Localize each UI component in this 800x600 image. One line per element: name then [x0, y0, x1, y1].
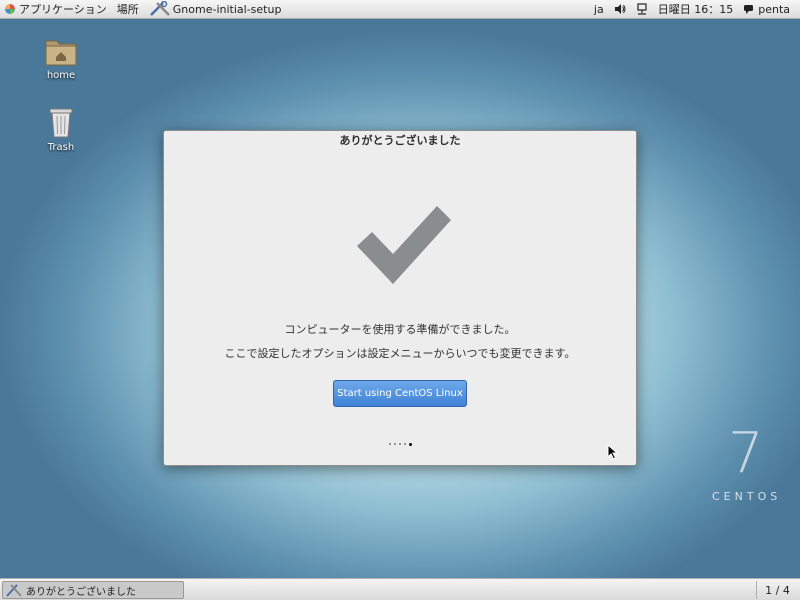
- language-label: ja: [593, 2, 604, 16]
- centos-version-mark: 7: [728, 421, 764, 486]
- trash-icon: [49, 108, 73, 138]
- places-menu[interactable]: 場所: [112, 0, 144, 19]
- chat-status-icon: [744, 5, 754, 14]
- bottom-panel: ありがとうございました 1 / 4: [0, 578, 800, 600]
- page-indicator: [164, 443, 636, 446]
- tools-icon: [149, 1, 170, 16]
- clock[interactable]: 日曜日 16：15: [653, 0, 739, 19]
- tools-icon: [6, 584, 22, 597]
- taskbar-window-button[interactable]: ありがとうございました: [2, 581, 184, 599]
- user-menu[interactable]: penta: [738, 0, 800, 19]
- applications-menu[interactable]: アプリケーション: [0, 0, 112, 19]
- desktop-icon-label: Trash: [47, 142, 75, 153]
- user-label: penta: [758, 2, 790, 16]
- workspace-switcher[interactable]: 1 / 4: [756, 581, 798, 599]
- desktop-icon-trash[interactable]: Trash: [26, 106, 96, 153]
- page-dot: [393, 443, 396, 445]
- settings-hint-message: ここで設定したオプションは設定メニューからいつでも変更できます。: [224, 347, 576, 360]
- ready-message: コンピューターを使用する準備ができました。: [284, 323, 516, 336]
- active-window-menu[interactable]: Gnome-initial-setup: [144, 0, 287, 19]
- centos-wordmark: CENTOS: [712, 490, 782, 503]
- page-dot: [388, 443, 391, 445]
- volume-indicator[interactable]: [609, 0, 631, 19]
- desktop-icon-home[interactable]: home: [26, 36, 96, 81]
- page-dot: [403, 443, 406, 445]
- initial-setup-dialog: ありがとうございました コンピューターを使用する準備ができました。 ここで設定し…: [163, 130, 637, 466]
- language-indicator[interactable]: ja: [589, 0, 609, 19]
- volume-icon: [614, 4, 626, 14]
- page-dot: [398, 443, 401, 445]
- checkmark-icon: [357, 206, 451, 284]
- folder-home-icon: [45, 40, 77, 66]
- workspace-label: 1 / 4: [765, 583, 790, 597]
- mouse-cursor-icon: [607, 444, 619, 460]
- start-using-button[interactable]: Start using CentOS Linux: [333, 380, 467, 407]
- applications-icon: [5, 4, 15, 14]
- top-panel: アプリケーション 場所 Gnome-initial-setup ja 日曜日 1…: [0, 0, 800, 19]
- taskbar-window-label: ありがとうございました: [26, 586, 136, 598]
- network-indicator[interactable]: [631, 0, 653, 19]
- page-dot: [408, 443, 412, 446]
- applications-label: アプリケーション: [19, 3, 107, 16]
- active-window-label: Gnome-initial-setup: [172, 2, 282, 16]
- places-label: 場所: [116, 3, 139, 16]
- network-wired-icon: [637, 3, 647, 15]
- dialog-title: ありがとうございました: [339, 134, 461, 147]
- clock-label: 日曜日 16：15: [657, 3, 734, 16]
- desktop-icon-label: home: [46, 70, 76, 81]
